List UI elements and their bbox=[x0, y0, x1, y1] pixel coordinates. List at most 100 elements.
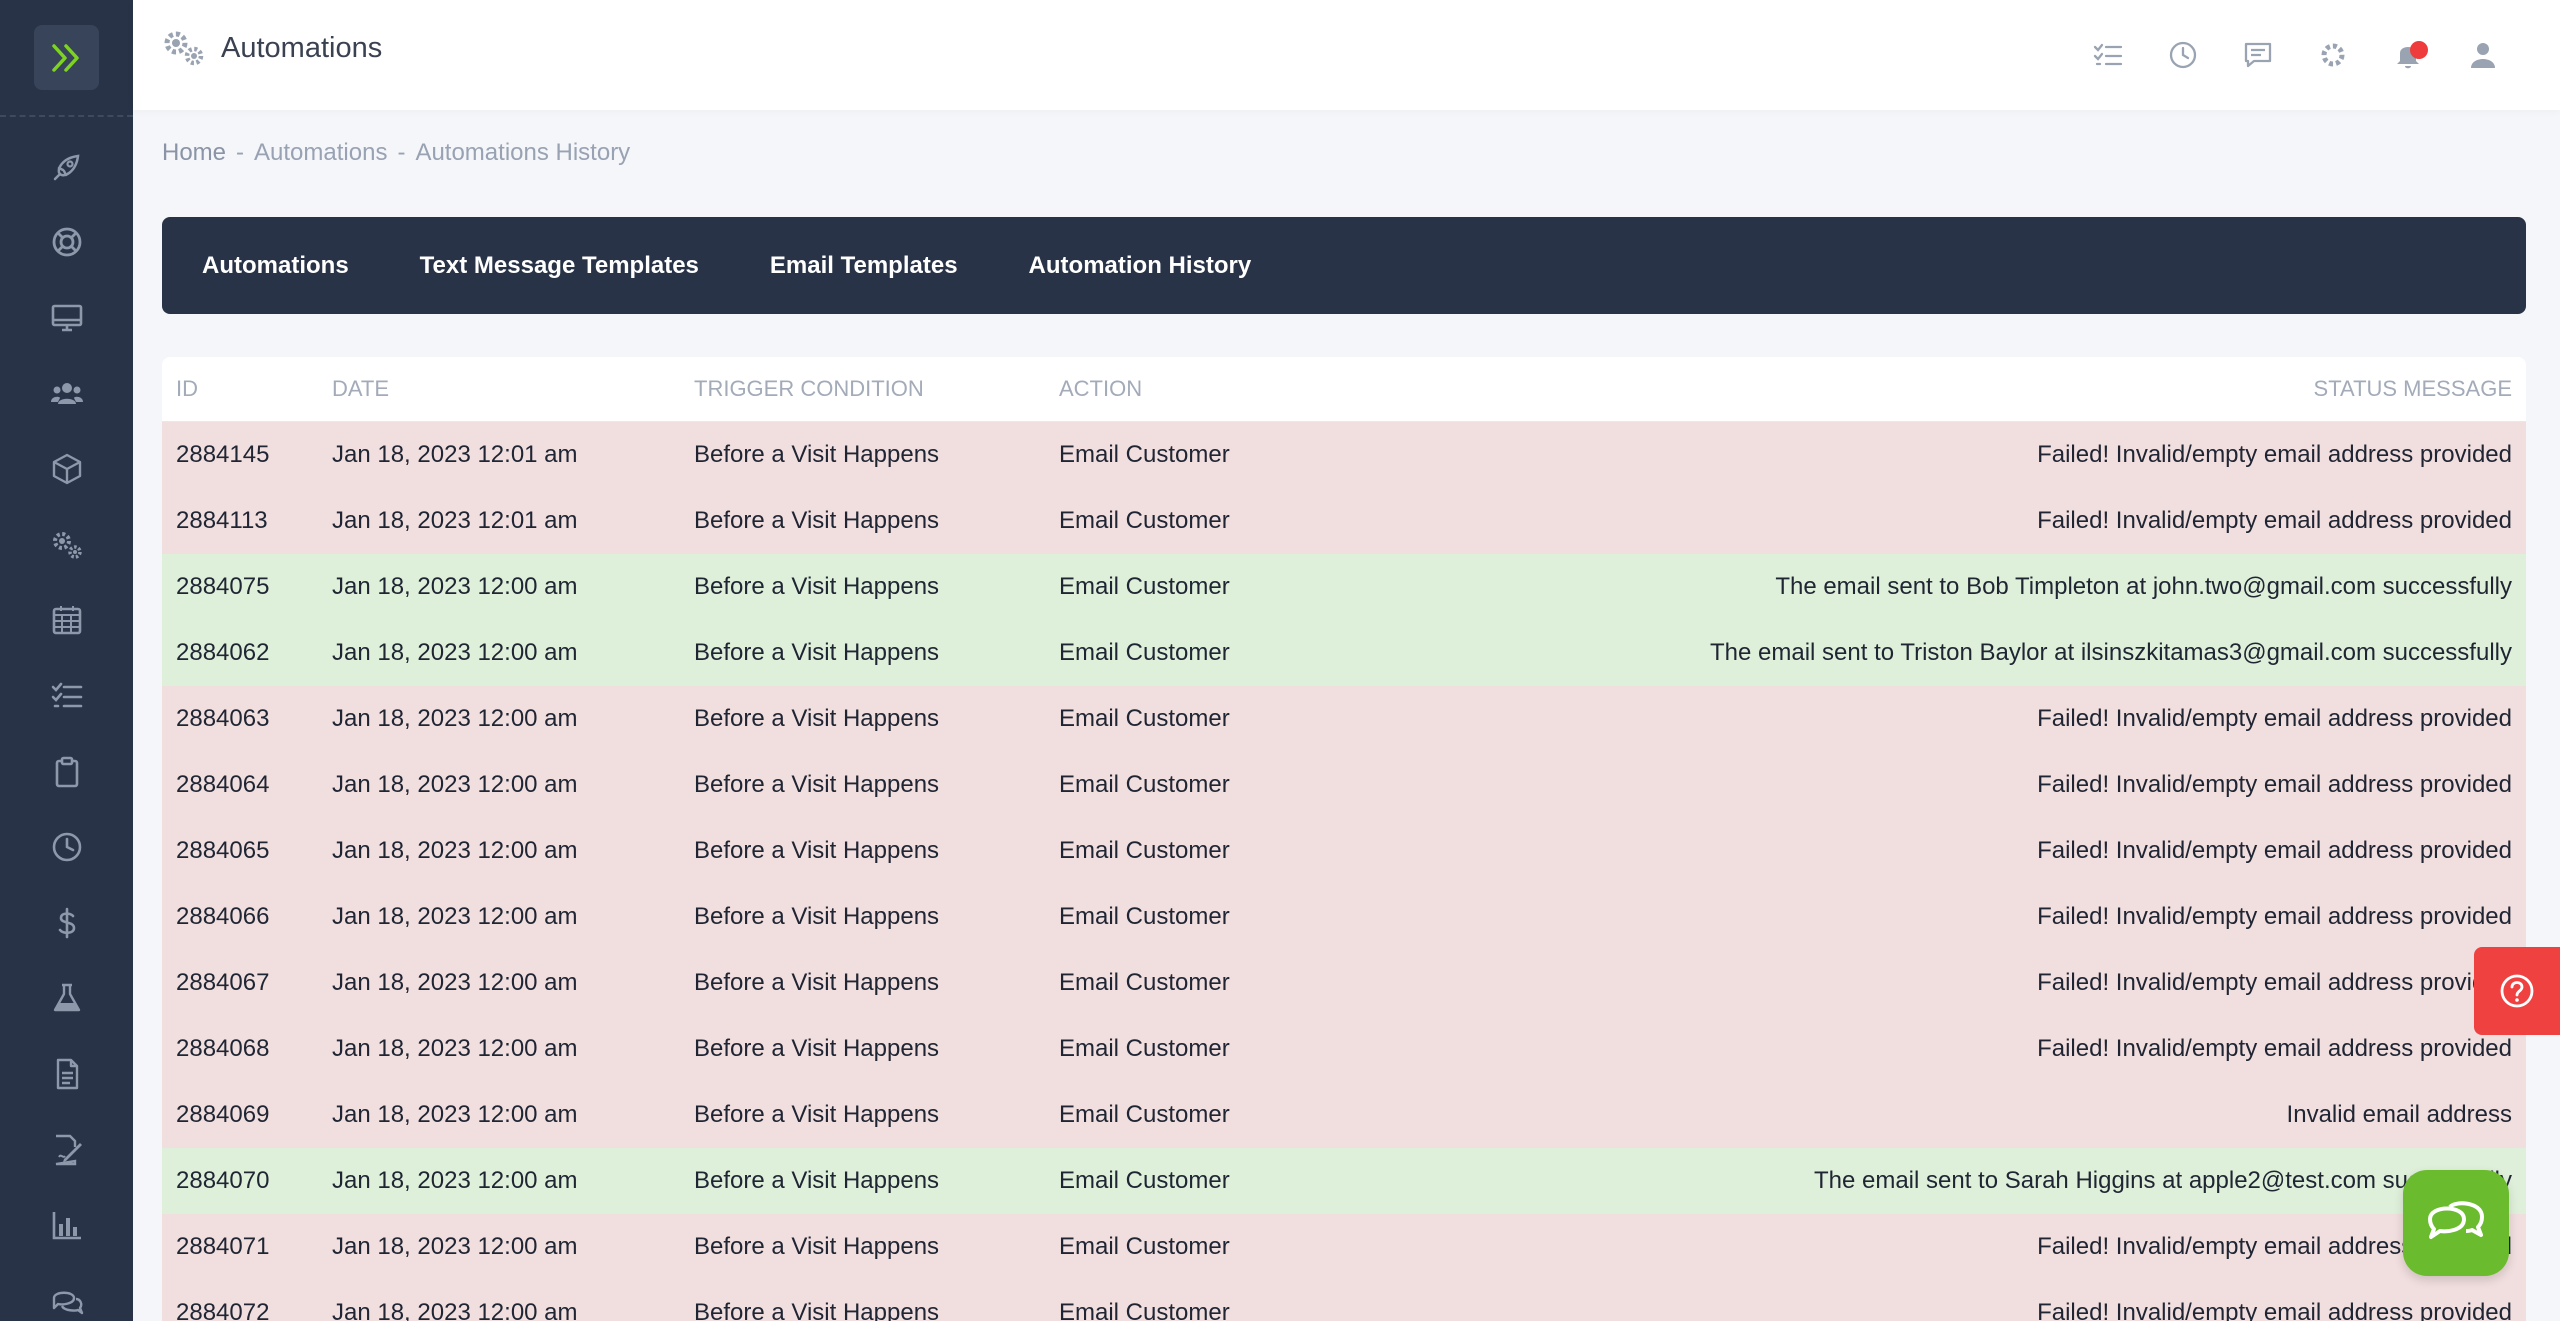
tab-email-templates[interactable]: Email Templates bbox=[770, 252, 958, 280]
table-row[interactable]: 2884062 Jan 18, 2023 12:00 am Before a Vis… bbox=[162, 620, 2526, 686]
cell-status-message: Failed! Invalid/empty email address prov… bbox=[2037, 837, 2512, 864]
cell-action: Email Customer bbox=[1059, 903, 1230, 930]
cell-action: Email Customer bbox=[1059, 705, 1230, 732]
user-icon bbox=[2470, 43, 2495, 68]
tab-automations[interactable]: Automations bbox=[202, 252, 349, 280]
sidebar-item-tasks[interactable] bbox=[0, 658, 133, 734]
table-row[interactable]: 2884068 Jan 18, 2023 12:00 am Before a Vis… bbox=[162, 1016, 2526, 1082]
column-header-status[interactable]: STATUS MESSAGE bbox=[1459, 376, 2526, 402]
sidebar-item-products[interactable] bbox=[0, 431, 133, 507]
cell-status-message: The email sent to Sarah Higgins at apple… bbox=[1813, 1167, 2512, 1194]
cell-action: Email Customer bbox=[1059, 1101, 1230, 1128]
header-history-button[interactable] bbox=[2145, 36, 2220, 74]
bar-chart-icon bbox=[52, 1212, 81, 1240]
cell-action: Email Customer bbox=[1059, 639, 1230, 666]
sidebar-item-support[interactable] bbox=[0, 205, 133, 281]
document-icon bbox=[56, 1058, 78, 1090]
header-messages-button[interactable] bbox=[2220, 36, 2295, 74]
gears-icon bbox=[164, 31, 204, 66]
cell-date: Jan 18, 2023 12:00 am bbox=[332, 1035, 578, 1062]
header-notifications-button[interactable] bbox=[2370, 36, 2445, 74]
cell-status-message: Failed! Invalid/empty email address prov… bbox=[2037, 1299, 2512, 1321]
cell-id: 2884069 bbox=[176, 1101, 270, 1128]
page-title: Automations bbox=[221, 31, 383, 64]
header-settings-button[interactable] bbox=[2295, 36, 2370, 74]
table-row[interactable]: 2884064 Jan 18, 2023 12:00 am Before a Vis… bbox=[162, 752, 2526, 818]
sidebar-item-messages[interactable] bbox=[0, 1263, 133, 1321]
sidebar-item-forms[interactable] bbox=[0, 1112, 133, 1188]
table-body: 2884145 Jan 18, 2023 12:01 am Before a Vis… bbox=[162, 422, 2526, 1321]
cell-status-message: Failed! Invalid/empty email address prov… bbox=[2037, 771, 2512, 798]
header-title-group: Automations bbox=[161, 28, 382, 68]
table-row[interactable]: 2884065 Jan 18, 2023 12:00 am Before a Vis… bbox=[162, 818, 2526, 884]
table-header: ID DATE TRIGGER CONDITION ACTION STATUS … bbox=[162, 357, 2526, 422]
column-header-date[interactable]: DATE bbox=[332, 376, 694, 402]
sidebar-item-billing[interactable] bbox=[0, 885, 133, 961]
table-row[interactable]: 2884063 Jan 18, 2023 12:00 am Before a Vis… bbox=[162, 686, 2526, 752]
cell-date: Jan 18, 2023 12:00 am bbox=[332, 903, 578, 930]
cell-action: Email Customer bbox=[1059, 771, 1230, 798]
breadcrumb-automations[interactable]: Automations bbox=[254, 139, 387, 167]
table-row[interactable]: 2884071 Jan 18, 2023 12:00 am Before a Vis… bbox=[162, 1214, 2526, 1280]
lifebuoy-icon bbox=[52, 227, 81, 257]
sidebar-item-dashboard[interactable] bbox=[0, 280, 133, 356]
sidebar-item-clipboard[interactable] bbox=[0, 734, 133, 810]
cube-icon bbox=[52, 453, 81, 485]
table-row[interactable]: 2884113 Jan 18, 2023 12:01 am Before a Vis… bbox=[162, 488, 2526, 554]
cell-status-message: The email sent to Bob Timpleton at john.… bbox=[1775, 573, 2512, 600]
sidebar-item-automations[interactable] bbox=[0, 507, 133, 583]
sidebar-item-rocket[interactable] bbox=[0, 129, 133, 205]
double-chevron-right-icon bbox=[51, 43, 79, 72]
cell-id: 2884065 bbox=[176, 837, 270, 864]
column-header-id[interactable]: ID bbox=[162, 376, 332, 402]
sidebar-item-customers[interactable] bbox=[0, 356, 133, 432]
cell-id: 2884067 bbox=[176, 969, 270, 996]
table-row[interactable]: 2884067 Jan 18, 2023 12:00 am Before a Vis… bbox=[162, 950, 2526, 1016]
help-button[interactable] bbox=[2474, 947, 2560, 1035]
table-row[interactable]: 2884069 Jan 18, 2023 12:00 am Before a Vis… bbox=[162, 1082, 2526, 1148]
sidebar-item-reports[interactable] bbox=[0, 1187, 133, 1263]
cell-date: Jan 18, 2023 12:00 am bbox=[332, 705, 578, 732]
column-header-action[interactable]: ACTION bbox=[1059, 376, 1459, 402]
cell-status-message: Failed! Invalid/empty email address prov… bbox=[2037, 1233, 2512, 1260]
cell-id: 2884071 bbox=[176, 1233, 270, 1260]
sidebar-item-time[interactable] bbox=[0, 809, 133, 885]
table-row[interactable]: 2884075 Jan 18, 2023 12:00 am Before a Vis… bbox=[162, 554, 2526, 620]
sidebar-item-lab[interactable] bbox=[0, 961, 133, 1037]
tab-automation-history[interactable]: Automation History bbox=[1029, 252, 1252, 280]
cell-status-message: Invalid email address bbox=[2286, 1101, 2512, 1128]
header-profile-button[interactable] bbox=[2445, 36, 2520, 74]
cell-trigger: Before a Visit Happens bbox=[694, 705, 940, 732]
sidebar-item-calendar[interactable] bbox=[0, 583, 133, 659]
cell-date: Jan 18, 2023 12:00 am bbox=[332, 639, 578, 666]
header-toolbar bbox=[2070, 36, 2520, 74]
table-row[interactable]: 2884066 Jan 18, 2023 12:00 am Before a Vis… bbox=[162, 884, 2526, 950]
header-tasks-button[interactable] bbox=[2070, 36, 2145, 74]
column-header-trigger[interactable]: TRIGGER CONDITION bbox=[694, 376, 1059, 402]
sidebar-toggle-button[interactable] bbox=[34, 25, 99, 90]
sidebar-item-documents[interactable] bbox=[0, 1036, 133, 1112]
breadcrumb-home[interactable]: Home bbox=[162, 139, 226, 167]
table-row[interactable]: 2884070 Jan 18, 2023 12:00 am Before a Vis… bbox=[162, 1148, 2526, 1214]
cell-date: Jan 18, 2023 12:00 am bbox=[332, 1101, 578, 1128]
cell-id: 2884063 bbox=[176, 705, 270, 732]
gears-icon bbox=[52, 531, 82, 559]
table-row[interactable]: 2884072 Jan 18, 2023 12:00 am Before a Vis… bbox=[162, 1280, 2526, 1321]
table-row[interactable]: 2884145 Jan 18, 2023 12:01 am Before a Vis… bbox=[162, 422, 2526, 488]
cell-trigger: Before a Visit Happens bbox=[694, 1167, 940, 1194]
breadcrumb-separator: - bbox=[236, 139, 245, 166]
calendar-icon bbox=[52, 606, 81, 635]
signature-icon bbox=[55, 1134, 82, 1165]
cell-date: Jan 18, 2023 12:00 am bbox=[332, 1167, 578, 1194]
cell-id: 2884066 bbox=[176, 903, 270, 930]
cell-date: Jan 18, 2023 12:00 am bbox=[332, 969, 578, 996]
tab-text-message-templates[interactable]: Text Message Templates bbox=[420, 252, 699, 280]
cell-date: Jan 18, 2023 12:01 am bbox=[332, 441, 578, 468]
chat-icon bbox=[52, 1291, 83, 1314]
users-icon bbox=[50, 382, 83, 404]
sidebar-header bbox=[0, 0, 133, 117]
clock-icon bbox=[52, 832, 81, 862]
automation-history-table: ID DATE TRIGGER CONDITION ACTION STATUS … bbox=[162, 357, 2526, 1321]
cell-trigger: Before a Visit Happens bbox=[694, 1233, 940, 1260]
live-chat-button[interactable] bbox=[2403, 1170, 2509, 1276]
